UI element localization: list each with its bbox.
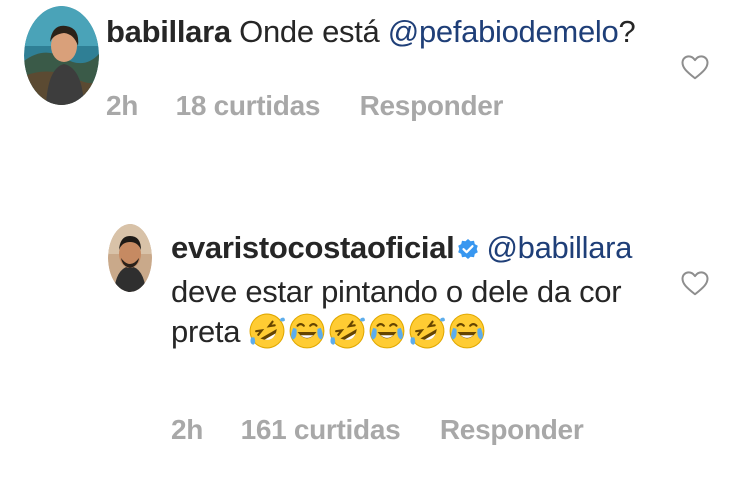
comment-username[interactable]: babillara (106, 14, 231, 49)
rolling-laughing-emoji-icon (248, 312, 286, 360)
reply-button[interactable]: Responder (360, 90, 504, 122)
comment-meta: 2h 161 curtidas Responder (171, 414, 584, 446)
rolling-laughing-emoji-icon (328, 312, 366, 360)
comment-body: Onde está (239, 14, 388, 49)
verified-badge-icon (456, 232, 480, 272)
comment-body-end: ? (618, 14, 636, 49)
comment-username[interactable]: evaristocostaoficial (171, 230, 455, 265)
comment-1: babillara Onde está @pefabiodemelo? 2h 1… (0, 0, 750, 160)
avatar[interactable] (24, 6, 99, 105)
likes-count[interactable]: 161 curtidas (241, 414, 401, 446)
mention-link[interactable]: @babillara (486, 230, 632, 265)
rolling-laughing-emoji-icon (408, 312, 446, 360)
comment-text: evaristocostaoficial @babillara deve esta… (171, 228, 651, 360)
avatar-photo (108, 224, 152, 292)
comment-time: 2h (171, 414, 204, 445)
comment-body-line2: preta (171, 314, 249, 349)
avatar-photo (24, 6, 99, 105)
likes-count[interactable]: 18 curtidas (176, 90, 321, 122)
comment-2: evaristocostaoficial @babillara deve esta… (0, 210, 750, 500)
reply-button[interactable]: Responder (440, 414, 584, 446)
mention-link[interactable]: @pefabiodemelo (388, 14, 619, 49)
tears-of-joy-emoji-icon (448, 312, 486, 360)
comment-meta: 2h 18 curtidas Responder (106, 90, 503, 122)
tears-of-joy-emoji-icon (288, 312, 326, 360)
like-heart-icon[interactable] (680, 52, 710, 82)
comment-body: deve estar pintando o dele da cor (171, 274, 622, 309)
comment-text: babillara Onde está @pefabiodemelo? (106, 12, 666, 52)
comment-time: 2h (106, 90, 139, 121)
like-heart-icon[interactable] (680, 268, 710, 298)
avatar[interactable] (108, 224, 152, 292)
tears-of-joy-emoji-icon (368, 312, 406, 360)
